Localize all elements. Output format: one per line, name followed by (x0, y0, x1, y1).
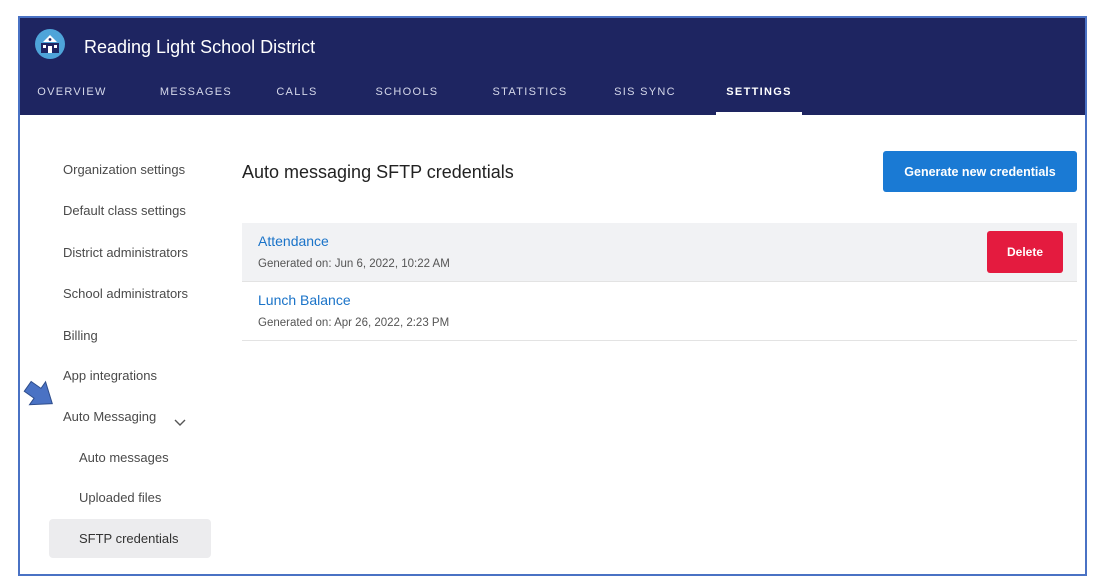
sidebar-item-billing[interactable]: Billing (63, 328, 98, 343)
credential-name-link[interactable]: Attendance (258, 233, 329, 249)
delete-button[interactable]: Delete (987, 231, 1063, 273)
app-window: Reading Light School District OVERVIEW M… (18, 16, 1087, 576)
credential-generated-date: Generated on: Jun 6, 2022, 10:22 AM (258, 258, 450, 270)
sidebar-subitem-uploaded-files[interactable]: Uploaded files (79, 490, 161, 505)
district-name: Reading Light School District (84, 37, 316, 57)
sidebar-item-auto-messaging[interactable]: Auto Messaging (63, 409, 156, 424)
tab-sis-sync[interactable]: SIS SYNC (610, 80, 680, 115)
table-row: Lunch Balance Generated on: Apr 26, 2022… (242, 282, 1077, 341)
tab-schools[interactable]: SCHOOLS (372, 80, 442, 115)
generate-new-credentials-button[interactable]: Generate new credentials (883, 151, 1077, 192)
blue-arrow-icon (23, 379, 57, 416)
sidebar-item-organization-settings[interactable]: Organization settings (63, 162, 185, 177)
sidebar-item-district-administrators[interactable]: District administrators (63, 245, 188, 260)
sidebar-subitem-label: SFTP credentials (79, 531, 179, 546)
tab-messages[interactable]: MESSAGES (154, 80, 238, 115)
tab-statistics[interactable]: STATISTICS (488, 80, 572, 115)
table-row: Attendance Generated on: Jun 6, 2022, 10… (242, 223, 1077, 282)
school-building-icon (35, 29, 65, 59)
sidebar-item-default-class-settings[interactable]: Default class settings (63, 203, 186, 218)
top-navigation-bar: Reading Light School District OVERVIEW M… (20, 18, 1085, 115)
credential-name-link[interactable]: Lunch Balance (258, 292, 351, 308)
chevron-down-icon[interactable] (174, 414, 186, 432)
sidebar-subitem-auto-messages[interactable]: Auto messages (79, 450, 169, 465)
sidebar-subitem-sftp-credentials[interactable]: SFTP credentials (49, 519, 211, 558)
credential-generated-date: Generated on: Apr 26, 2022, 2:23 PM (258, 317, 450, 329)
tab-calls[interactable]: CALLS (272, 80, 322, 115)
tab-settings[interactable]: SETTINGS (716, 80, 802, 115)
active-tab-indicator (716, 112, 802, 115)
main-tabs: OVERVIEW MESSAGES CALLS SCHOOLS STATISTI… (20, 80, 1085, 115)
tab-settings-label: SETTINGS (726, 86, 792, 98)
tab-overview[interactable]: OVERVIEW (31, 80, 113, 115)
page-title: Auto messaging SFTP credentials (242, 162, 514, 182)
sidebar-item-app-integrations[interactable]: App integrations (63, 368, 157, 383)
sidebar-item-school-administrators[interactable]: School administrators (63, 286, 188, 301)
